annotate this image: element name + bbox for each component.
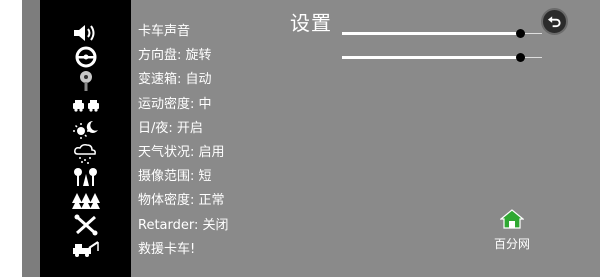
traffic-cars-icon[interactable] — [69, 94, 103, 116]
slider-thumb[interactable] — [516, 53, 525, 62]
settings-menu: 卡车声音 方向盘: 旋转 变速箱: 自动 运动密度: 中 日/夜: 开启 天气状… — [138, 20, 338, 262]
menu-item-retarder[interactable]: Retarder: 关闭 — [138, 214, 338, 238]
weather-icon[interactable] — [69, 142, 103, 164]
day-night-icon[interactable] — [69, 118, 103, 140]
back-arrow-icon — [547, 16, 561, 28]
menu-item-steering[interactable]: 方向盘: 旋转 — [138, 44, 338, 68]
site-logo: 百分网 — [487, 209, 537, 253]
trees-icon[interactable] — [69, 190, 103, 212]
menu-item-gearbox[interactable]: 变速箱: 自动 — [138, 68, 338, 92]
menu-item-camera-range[interactable]: 摄像范围: 短 — [138, 165, 338, 189]
steering-slider[interactable] — [342, 52, 542, 64]
camera-range-icon[interactable] — [69, 166, 103, 188]
slider-fill — [342, 56, 520, 59]
retarder-icon[interactable] — [69, 214, 103, 236]
menu-item-traffic-density[interactable]: 运动密度: 中 — [138, 93, 338, 117]
back-button[interactable] — [541, 8, 568, 35]
slider-fill — [342, 32, 520, 35]
steering-wheel-icon[interactable] — [69, 46, 103, 68]
logo-text: 百分网 — [493, 237, 530, 251]
left-edge-white — [0, 0, 22, 277]
truck-sound-slider[interactable] — [342, 28, 542, 40]
menu-item-rescue-truck[interactable]: 救援卡车! — [138, 238, 338, 262]
green-house-icon — [499, 209, 525, 229]
menu-item-weather[interactable]: 天气状况: 启用 — [138, 141, 338, 165]
tow-truck-icon[interactable] — [69, 238, 103, 260]
page-title: 设置 — [290, 11, 332, 35]
gear-shift-icon[interactable] — [69, 70, 103, 92]
menu-item-day-night[interactable]: 日/夜: 开启 — [138, 117, 338, 141]
speaker-icon[interactable] — [69, 22, 103, 44]
left-edge-gray — [22, 0, 40, 277]
slider-thumb[interactable] — [516, 29, 525, 38]
menu-item-object-density[interactable]: 物体密度: 正常 — [138, 189, 338, 213]
